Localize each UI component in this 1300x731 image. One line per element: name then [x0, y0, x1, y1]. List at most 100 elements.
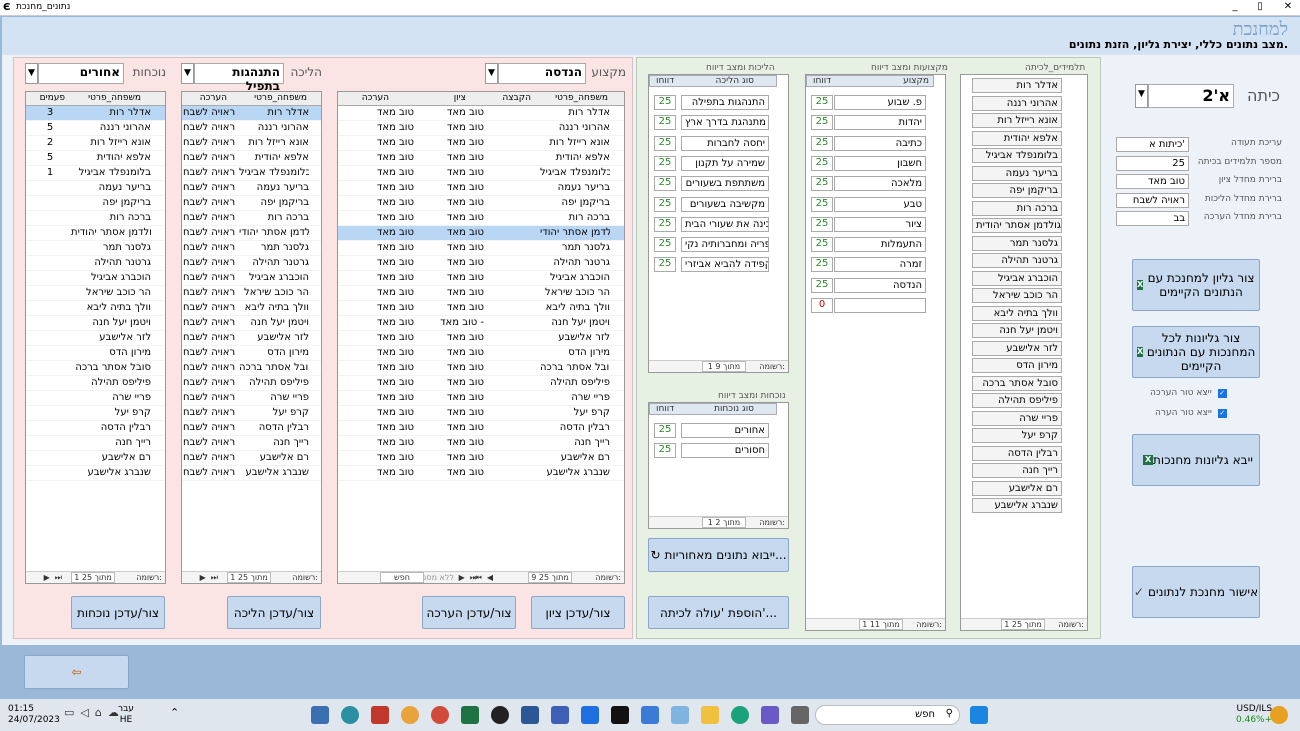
walk-count[interactable]: 25	[654, 95, 676, 110]
cell-eval[interactable]: טוב מאד	[344, 422, 414, 433]
exit-icon[interactable]: ⇦	[24, 655, 129, 689]
cell-name[interactable]: הוכברג אביגיל	[239, 272, 309, 283]
cell-name[interactable]: בריער נעמה	[71, 182, 151, 193]
cell-grade[interactable]: טוב מאד	[426, 122, 484, 133]
table-row[interactable]: אונא רייזל רות 2	[26, 136, 165, 151]
update-grade-button[interactable]: צור/עדכן ציון	[531, 596, 625, 629]
cell-name[interactable]: בריקמן יפה	[71, 197, 151, 208]
cell-times[interactable]: 5	[35, 122, 65, 133]
app-access-icon[interactable]	[371, 706, 389, 724]
cell-name[interactable]: רבלין הדסה	[540, 422, 610, 433]
cell-name[interactable]: סובל אסתר ברכה	[71, 362, 151, 373]
table-row[interactable]: וולך בתיה ליבא ראויה לשבח	[182, 301, 321, 316]
cell-eval[interactable]: טוב מאד	[344, 182, 414, 193]
cell-name[interactable]: הוכברג אביגיל	[540, 272, 610, 283]
col-header-name[interactable]: משפחה_פרטי	[88, 93, 141, 103]
app-chrome-icon[interactable]	[401, 706, 419, 724]
cell-eval[interactable]: ראויה לשבח	[183, 272, 235, 283]
cell-name[interactable]: בריער נעמה	[239, 182, 309, 193]
walk-type-name[interactable]: משתתפת בשעורים	[681, 176, 769, 192]
export-note-checkbox-row[interactable]: ייצא טור הערה ✓	[1155, 408, 1227, 418]
cell-grade[interactable]: טוב מאד	[426, 287, 484, 298]
cell-grade[interactable]: טוב מאד	[426, 437, 484, 448]
student-item[interactable]: וולך בתיה ליבא	[972, 305, 1062, 321]
table-row[interactable]: גרטנר תהילה טוב מאד טוב מאד	[338, 256, 624, 271]
table-row[interactable]: סובל אסתר ברכה טוב מאד טוב מאד	[338, 361, 624, 376]
cell-eval[interactable]: טוב מאד	[344, 242, 414, 253]
cell-eval[interactable]: טוב מאד	[344, 362, 414, 373]
tray-expand-icon[interactable]: ⌃	[170, 706, 179, 719]
table-row[interactable]: הוכברג אביגיל טוב מאד טוב מאד	[338, 271, 624, 286]
subject-count[interactable]: 25	[811, 277, 833, 293]
subjects-subform[interactable]: מקצוע דווחו פ. שבוע 25 יהדות 25 כתיבה 25 חשבון…	[805, 74, 946, 631]
subject-name[interactable]	[834, 298, 926, 313]
subject-count[interactable]: 25	[811, 237, 833, 253]
table-row[interactable]: קרפ יעל	[26, 406, 165, 421]
col-header-times[interactable]: פעמים	[40, 93, 65, 103]
table-row[interactable]: פיליפס תהילה טוב מאד טוב מאד	[338, 376, 624, 391]
cell-name[interactable]: ברכה רות	[71, 212, 151, 223]
cell-grade[interactable]: טוב מאד	[426, 197, 484, 208]
cell-eval[interactable]: ראויה לשבח	[183, 182, 235, 193]
student-item[interactable]: רייך חנה	[972, 463, 1062, 478]
walk-count[interactable]: 25	[654, 257, 676, 273]
cell-name[interactable]: קרפ יעל	[540, 407, 610, 418]
col-header-name[interactable]: משפחה_פרטי	[254, 93, 307, 103]
table-row[interactable]: גולדמן אסתר יהודית	[26, 226, 165, 241]
update-eval-button[interactable]: צור/עדכן הערכה	[422, 596, 516, 629]
cell-name[interactable]: סובל אסתר ברכה	[540, 362, 610, 373]
walks-subform[interactable]: סוג הליכה דווחו התנהגות בתפילה 25 מתנהגת ב…	[648, 74, 789, 373]
cell-name[interactable]: בריקמן יפה	[540, 197, 610, 208]
student-item[interactable]: קרפ יעל	[972, 428, 1062, 443]
cell-grade[interactable]: טוב מאד	[426, 107, 484, 118]
table-row[interactable]: בריער נעמה ראויה לשבח	[182, 181, 321, 196]
col-header-eval[interactable]: הערכה	[200, 93, 227, 103]
subject-count[interactable]: 0	[811, 298, 833, 313]
table-row[interactable]: הר כוכב שיראל ראויה לשבח	[182, 286, 321, 301]
table-row[interactable]: אדלר רות ראויה לשבח	[182, 106, 321, 121]
walk-type-name[interactable]: שמירה על תקנון	[681, 155, 769, 171]
cell-name[interactable]: רייך חנה	[239, 437, 309, 448]
cell-grade[interactable]: טוב מאד	[426, 377, 484, 388]
subject-name[interactable]: כתיבה	[834, 135, 926, 151]
app-excel-icon[interactable]	[461, 706, 479, 724]
attend-type-name[interactable]: חסורים	[681, 443, 769, 459]
table-row[interactable]: רבלין הדסה טוב מאד טוב מאד	[338, 421, 624, 436]
walk-count[interactable]: 25	[654, 135, 676, 151]
cell-grade[interactable]: טוב מאד	[426, 392, 484, 403]
cell-name[interactable]: אונא רייזל רות	[71, 137, 151, 148]
attends-subform[interactable]: סוג נוכחות דווחו אחורים 25 חסורים 25 רשומה:…	[648, 402, 789, 529]
field-value[interactable]: 25	[1116, 155, 1189, 171]
student-item[interactable]: פריי שרה	[972, 410, 1062, 426]
table-row[interactable]: לזר אלישבע טוב מאד טוב מאד	[338, 331, 624, 346]
table-row[interactable]: אלפא יהודית טוב מאד טוב מאד	[338, 151, 624, 166]
table-row[interactable]: בריער נעמה טוב מאד טוב מאד	[338, 181, 624, 196]
app-mail-icon[interactable]	[641, 706, 659, 724]
cell-eval[interactable]: טוב מאד	[344, 332, 414, 343]
table-row[interactable]: רייך חנה ראויה לשבח	[182, 436, 321, 451]
cell-name[interactable]: בלומנפלד אביגיל	[540, 167, 610, 178]
table-row[interactable]: ויטמן יעל חנה טוב מאד - טוב מאד	[338, 316, 624, 331]
cell-name[interactable]: רם אלישבע	[71, 452, 151, 463]
tray-icons[interactable]: ▭◁⌂☁	[64, 706, 125, 719]
stock-widget[interactable]: USD/ILS 0.46%+	[1236, 704, 1272, 726]
cell-grade[interactable]: טוב מאד -	[426, 317, 484, 328]
walk-type-name[interactable]: מקשיבה בשעורים	[681, 196, 769, 212]
record-count[interactable]: 1 מתוך 2	[702, 517, 746, 528]
cell-eval[interactable]: טוב מאד	[344, 347, 414, 358]
cell-grade[interactable]: טוב מאד	[426, 407, 484, 418]
student-item[interactable]: רם אלישבע	[972, 480, 1062, 496]
walk-type-name[interactable]: התנהגות בתפילה	[681, 95, 769, 110]
cell-name[interactable]: פיליפס תהילה	[239, 377, 309, 388]
weather-icon[interactable]	[1270, 706, 1288, 724]
field-value[interactable]: בב	[1116, 211, 1189, 226]
app-chrome2-icon[interactable]	[431, 706, 449, 724]
col-header-group[interactable]: הקבצה	[502, 93, 531, 103]
field-value[interactable]: ראויה לשבח	[1116, 192, 1189, 208]
app-teams-icon[interactable]	[761, 706, 779, 724]
taskbar-search[interactable]: חפש ⚲	[815, 705, 960, 725]
table-row[interactable]: גלסנר תמר	[26, 241, 165, 256]
cell-name[interactable]: פריי שרה	[71, 392, 151, 403]
table-row[interactable]: בלומנפלד אביגיל 1	[26, 166, 165, 181]
table-row[interactable]: בריקמן יפה טוב מאד טוב מאד	[338, 196, 624, 211]
